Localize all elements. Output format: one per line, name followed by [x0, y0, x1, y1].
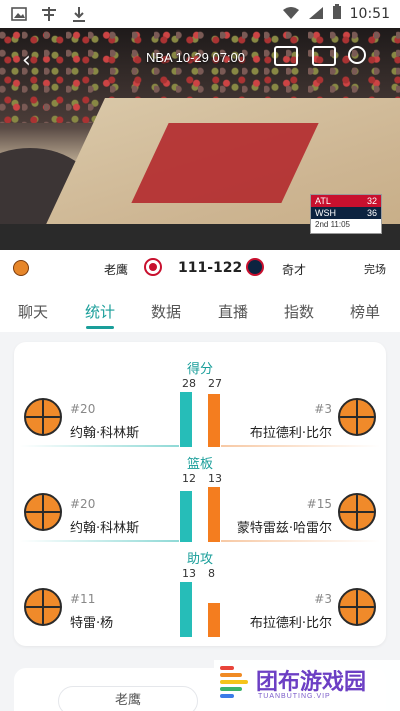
video-title: NBA 10-29 07:00: [146, 50, 246, 65]
home-player-number: #20: [70, 497, 96, 511]
cast-icon[interactable]: [312, 46, 336, 66]
away-player-number: #3: [314, 592, 332, 606]
home-player-name[interactable]: 特雷·杨: [70, 612, 113, 631]
basketball-icon: [338, 588, 376, 626]
tab-active-indicator: [86, 326, 114, 329]
wifi-icon: [282, 5, 300, 24]
video-scorebug: ATL 32 WSH 36 2nd 11:05: [310, 194, 382, 234]
status-bar: 10:51: [0, 0, 400, 28]
home-team-name: 老鹰: [104, 263, 129, 277]
home-player-number: #20: [70, 402, 96, 416]
hawks-logo: [144, 258, 162, 276]
home-leader-value: 13: [182, 567, 196, 580]
video-player[interactable]: ‹ NBA 10-29 07:00 ATL 32 WSH 36 2nd 11:0…: [0, 28, 400, 250]
basketball-icon: [338, 398, 376, 436]
scorebug-score2: 36: [366, 208, 377, 218]
game-status: 完场: [364, 263, 386, 276]
scorebug-team1: ATL: [315, 196, 331, 206]
tab-index[interactable]: 指数: [284, 301, 314, 322]
basketball-icon: [13, 260, 29, 276]
share-icon[interactable]: [348, 46, 366, 64]
scorebug-score1: 32: [366, 196, 377, 206]
app-screen: 10:51 ‹ NBA 10-29 07:00 ATL 32 WSH 36 2n…: [0, 0, 400, 711]
tab-data[interactable]: 数据: [151, 301, 181, 322]
basketball-icon: [338, 493, 376, 531]
status-time: 10:51: [349, 6, 390, 22]
image-icon: [10, 6, 28, 22]
away-player-name[interactable]: 布拉德利·比尔: [250, 612, 332, 631]
pip-icon[interactable]: [274, 46, 298, 66]
leaders-card: 得分 28 27 #20 约翰·科林斯 #3 布拉德利·比尔 篮板 12 13 …: [14, 342, 386, 646]
final-score: 111-122: [178, 260, 243, 276]
tab-bar: 聊天 统计 数据 直播 指数 榜单: [0, 286, 400, 332]
watermark-logo-icon: [220, 666, 250, 698]
tab-stats[interactable]: 统计: [85, 301, 115, 322]
stat-block-rebounds: 篮板 12 13 #20 约翰·科林斯 #15 蒙特雷兹·哈雷尔: [14, 437, 386, 542]
scorebug-team2: WSH: [315, 208, 336, 218]
away-leader-value: 13: [208, 472, 222, 485]
game-score-header: 老鹰 111-122 奇才 完场: [0, 250, 400, 286]
stat-block-assists: 助攻 13 8 #11 特雷·杨 #3 布拉德利·比尔: [14, 532, 386, 637]
home-leader-value: 12: [182, 472, 196, 485]
away-player-number: #15: [306, 497, 332, 511]
home-leader-value: 28: [182, 377, 196, 390]
basketball-icon: [24, 493, 62, 531]
wizards-logo: [246, 258, 264, 276]
away-player-number: #3: [314, 402, 332, 416]
basketball-icon: [24, 588, 62, 626]
watermark: 团布游戏园 TUANBUTING.VIP: [214, 660, 400, 711]
watermark-subtext: TUANBUTING.VIP: [258, 693, 331, 700]
tab-live[interactable]: 直播: [218, 301, 248, 322]
home-leader-bar: [180, 582, 192, 637]
team-filter-pill[interactable]: 老鹰: [58, 686, 198, 711]
away-team-name: 奇才: [282, 263, 307, 277]
download-icon: [70, 6, 88, 22]
stat-title: 助攻: [186, 552, 213, 567]
stat-block-points: 得分 28 27 #20 约翰·科林斯 #3 布拉德利·比尔: [14, 342, 386, 447]
scorebug-row-wsh: WSH 36: [311, 207, 381, 219]
battery-icon: [332, 4, 342, 24]
stat-title: 篮板: [186, 457, 213, 472]
tab-chat[interactable]: 聊天: [18, 301, 48, 322]
signal-icon: [308, 5, 324, 24]
scorebug-clock: 2nd 11:05: [315, 220, 350, 229]
stat-title: 得分: [186, 362, 213, 377]
home-player-number: #11: [70, 592, 96, 606]
scorebug-row-atl: ATL 32: [311, 195, 381, 207]
watermark-text: 团布游戏园: [256, 670, 367, 695]
back-icon[interactable]: ‹: [22, 48, 31, 73]
app-notification-icon: [40, 6, 58, 22]
basketball-icon: [24, 398, 62, 436]
away-leader-value: 8: [208, 567, 215, 580]
away-leader-value: 27: [208, 377, 222, 390]
away-leader-bar: [208, 603, 220, 637]
tab-ranking[interactable]: 榜单: [350, 301, 380, 322]
